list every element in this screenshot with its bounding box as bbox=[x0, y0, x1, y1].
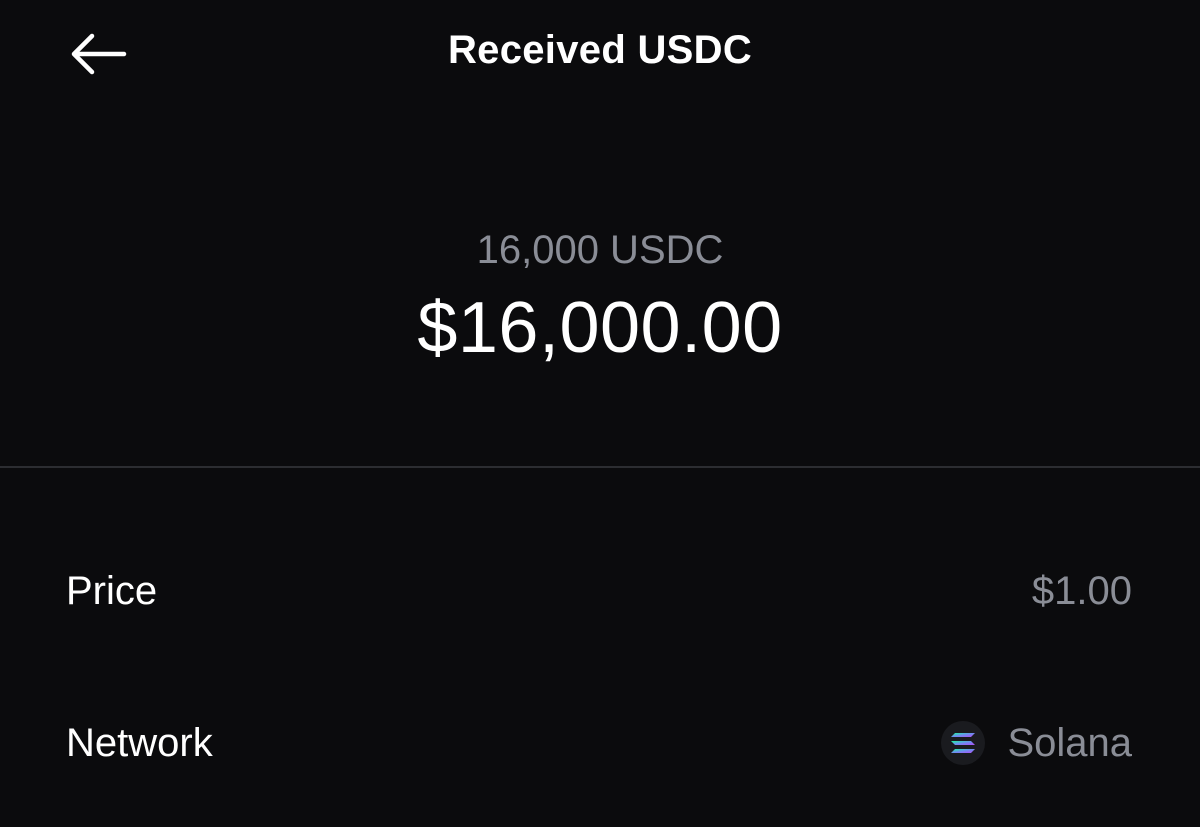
price-label: Price bbox=[66, 569, 158, 613]
network-value-group: Solana bbox=[941, 703, 1132, 783]
amount-summary: 16,000 USDC $16,000.00 bbox=[0, 222, 1200, 376]
header: Received USDC bbox=[0, 0, 1200, 110]
network-label: Network bbox=[66, 721, 213, 765]
section-divider bbox=[0, 466, 1200, 468]
fiat-amount: $16,000.00 bbox=[417, 288, 783, 368]
network-value: Solana bbox=[1007, 721, 1132, 765]
solana-logo-icon bbox=[941, 721, 986, 765]
page-title: Received USDC bbox=[447, 28, 753, 72]
transaction-detail-screen: Received USDC 16,000 USDC $16,000.00 Pri… bbox=[0, 0, 1200, 827]
network-row: Network Solana bbox=[0, 703, 1200, 783]
price-row: Price $1.00 bbox=[0, 551, 1200, 631]
price-value-group: $1.00 bbox=[1032, 551, 1132, 631]
price-value: $1.00 bbox=[1031, 569, 1132, 613]
crypto-amount: 16,000 USDC bbox=[476, 228, 724, 272]
